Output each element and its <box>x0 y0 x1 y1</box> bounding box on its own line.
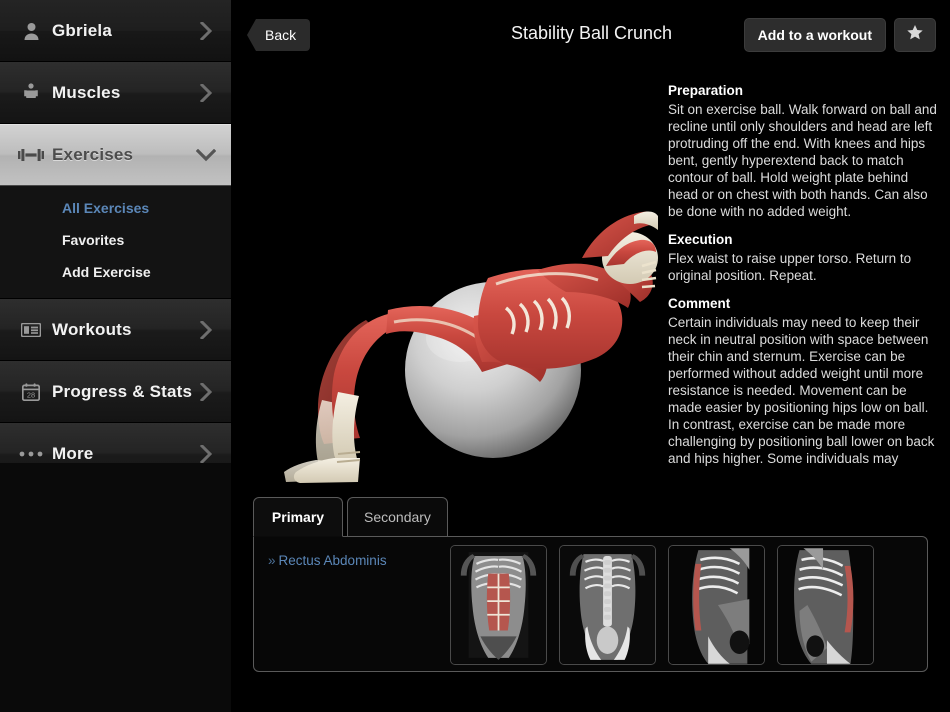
add-to-workout-button[interactable]: Add to a workout <box>743 18 886 52</box>
exercise-description: Preparation Sit on exercise ball. Walk f… <box>668 83 948 493</box>
subnav-label: All Exercises <box>62 200 150 216</box>
sidebar-item-exercises[interactable]: Exercises <box>0 124 231 186</box>
chevron-down-icon <box>195 148 217 162</box>
exercise-content: Preparation Sit on exercise ball. Walk f… <box>233 70 950 490</box>
calendar-icon: 28 <box>14 382 48 401</box>
main-panel: Back Stability Ball Crunch Add to a work… <box>233 0 950 712</box>
muscle-tabs: Primary Secondary <box>253 497 452 537</box>
sidebar-user-name: Gbriela <box>52 20 112 40</box>
thumbnail-posterior-abdomen[interactable] <box>559 545 656 665</box>
exercise-illustration <box>238 70 658 490</box>
app-root: Gbriela Muscles Exercises All Exercises … <box>0 0 950 712</box>
sidebar-item-muscles[interactable]: Muscles <box>0 62 231 124</box>
favorite-button[interactable] <box>894 18 936 52</box>
section-heading: Execution <box>668 232 733 247</box>
top-toolbar: Back Stability Ball Crunch Add to a work… <box>233 0 950 70</box>
chevron-right-icon <box>195 83 217 102</box>
sidebar-item-favorites[interactable]: Favorites <box>0 224 231 256</box>
sidebar-item-add-exercise[interactable]: Add Exercise <box>0 256 231 288</box>
subnav-label: Add Exercise <box>62 264 151 280</box>
thumbnail-lateral-right-abdomen[interactable] <box>777 545 874 665</box>
list-card-icon <box>14 322 48 337</box>
sidebar-item-label: More <box>52 443 94 463</box>
person-icon <box>14 22 48 40</box>
tab-label: Primary <box>271 509 325 525</box>
sidebar-item-label: Progress & Stats <box>52 381 193 401</box>
tab-secondary[interactable]: Secondary <box>347 497 448 537</box>
sidebar-subnav-exercises: All Exercises Favorites Add Exercise <box>0 186 231 299</box>
sidebar-item-label: Exercises <box>52 145 134 164</box>
sidebar-item-workouts[interactable]: Workouts <box>0 299 231 361</box>
thumbnail-lateral-left-abdomen[interactable] <box>668 545 765 665</box>
sidebar-empty-area <box>0 463 231 712</box>
double-chevron-icon: » <box>268 553 276 568</box>
thumbnail-anterior-abdomen[interactable] <box>450 545 547 665</box>
svg-text:28: 28 <box>27 390 35 399</box>
dumbbell-icon <box>14 148 48 162</box>
section-heading: Preparation <box>668 83 744 98</box>
sidebar: Gbriela Muscles Exercises All Exercises … <box>0 0 233 712</box>
muscles-panel: Primary Secondary » Rectus Abdominis <box>253 497 928 672</box>
sidebar-item-progress-stats[interactable]: 28 Progress & Stats <box>0 361 231 423</box>
sidebar-user-row[interactable]: Gbriela <box>0 0 231 62</box>
chevron-right-icon <box>195 382 217 401</box>
sidebar-item-label: Muscles <box>52 82 121 102</box>
chevron-right-icon <box>195 21 217 40</box>
tab-primary[interactable]: Primary <box>253 497 343 537</box>
muscle-link-rectus-abdominis[interactable]: » Rectus Abdominis <box>268 553 387 568</box>
ellipsis-icon <box>14 450 48 458</box>
subnav-label: Favorites <box>62 232 125 248</box>
star-icon <box>906 24 924 47</box>
sidebar-item-label: Workouts <box>52 319 132 339</box>
add-to-workout-label: Add to a workout <box>757 27 872 43</box>
muscle-link-label: Rectus Abdominis <box>278 553 387 568</box>
section-heading: Comment <box>668 296 731 311</box>
muscle-thumbnails <box>450 545 874 665</box>
tab-label: Secondary <box>364 509 431 525</box>
muscle-panel-body: » Rectus Abdominis <box>253 536 928 672</box>
section-body: Certain individuals may need to keep the… <box>668 315 935 466</box>
chevron-right-icon <box>195 320 217 339</box>
sidebar-item-all-exercises[interactable]: All Exercises <box>0 192 231 224</box>
section-body: Flex waist to raise upper torso. Return … <box>668 251 912 283</box>
section-body: Sit on exercise ball. Walk forward on ba… <box>668 102 937 219</box>
chevron-right-icon <box>195 444 217 463</box>
torso-icon <box>14 83 48 102</box>
